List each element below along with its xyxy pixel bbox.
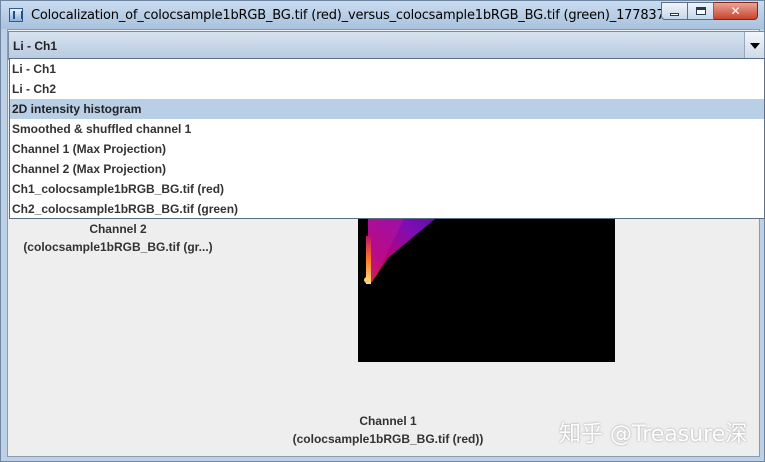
combo-arrow-button[interactable] <box>744 32 764 59</box>
dropdown-item[interactable]: Channel 2 (Max Projection) <box>10 159 764 179</box>
minimize-button[interactable] <box>661 2 688 20</box>
title-bar[interactable]: Colocalization_of_colocsample1bRGB_BG.ti… <box>1 1 764 29</box>
close-button[interactable]: ✕ <box>714 2 758 20</box>
colocalization-window: Colocalization_of_colocsample1bRGB_BG.ti… <box>0 0 765 462</box>
dropdown-item-highlighted[interactable]: 2D intensity histogram <box>10 99 764 119</box>
dropdown-item[interactable]: Li - Ch1 <box>10 59 764 79</box>
combo-selected-value: Li - Ch1 <box>13 39 57 53</box>
dropdown-item[interactable]: Channel 1 (Max Projection) <box>10 139 764 159</box>
window-controls: ✕ <box>661 2 758 20</box>
minimize-icon <box>670 12 679 16</box>
maximize-icon <box>695 7 706 15</box>
imagej-icon[interactable] <box>9 8 23 22</box>
dropdown-item[interactable]: Li - Ch2 <box>10 79 764 99</box>
y-axis-label: Channel 2 (colocsample1bRGB_BG.tif (gr..… <box>8 220 228 256</box>
dropdown-item[interactable]: Smoothed & shuffled channel 1 <box>10 119 764 139</box>
window-title: Colocalization_of_colocsample1bRGB_BG.ti… <box>31 8 697 23</box>
dropdown-item[interactable]: Ch2_colocsample1bRGB_BG.tif (green) <box>10 199 764 219</box>
x-axis-label: Channel 1 (colocsample1bRGB_BG.tif (red)… <box>258 412 518 448</box>
image-selector-combo[interactable]: Li - Ch1 <box>8 31 765 60</box>
watermark-text: 知乎 @Treasure深 <box>559 422 748 447</box>
histogram-hotspot <box>364 277 370 283</box>
y-axis-label-line2: (colocsample1bRGB_BG.tif (gr...) <box>23 240 213 254</box>
maximize-button[interactable] <box>688 2 714 20</box>
image-selector-dropdown-list[interactable]: Li - Ch1 Li - Ch2 2D intensity histogram… <box>9 58 765 219</box>
dropdown-item[interactable]: Ch1_colocsample1bRGB_BG.tif (red) <box>10 179 764 199</box>
close-icon: ✕ <box>730 4 741 18</box>
x-axis-label-line2: (colocsample1bRGB_BG.tif (red)) <box>292 432 484 446</box>
x-axis-label-line1: Channel 1 <box>359 414 417 428</box>
histogram-spike <box>366 236 371 284</box>
chevron-down-icon <box>749 42 760 49</box>
y-axis-label-line1: Channel 2 <box>89 222 147 236</box>
